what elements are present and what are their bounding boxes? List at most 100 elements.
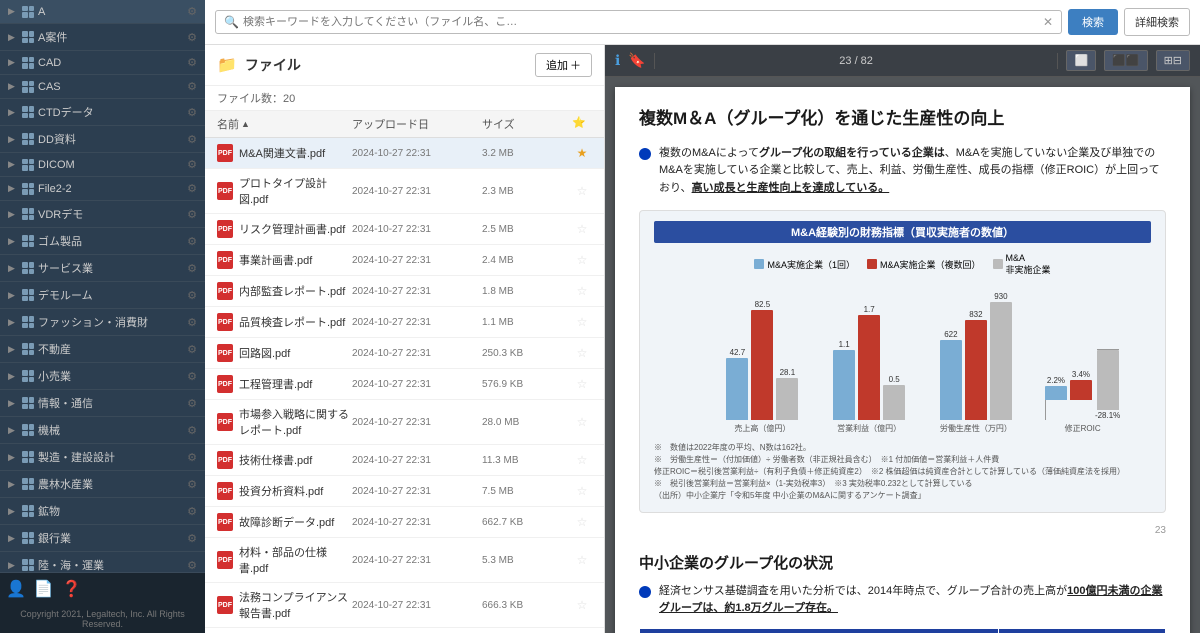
sidebar-item-3[interactable]: ▶ CAS ⚙ — [0, 75, 205, 99]
file-star-3[interactable]: ☆ — [572, 253, 592, 267]
legend-dot-3 — [993, 259, 1003, 269]
sidebar-item-7[interactable]: ▶ File2-2 ⚙ — [0, 177, 205, 201]
file-star-2[interactable]: ☆ — [572, 222, 592, 236]
file-size-7: 576.9 KB — [482, 379, 572, 390]
table-row[interactable]: PDF 市場参入戦略に関するレポート.pdf 2024-10-27 22:31 … — [205, 400, 604, 445]
sidebar-item-11[interactable]: ▶ デモルーム ⚙ — [0, 282, 205, 309]
gear-icon-16[interactable]: ⚙ — [187, 424, 197, 437]
file-name-6: 回路図.pdf — [239, 345, 290, 361]
gear-icon-12[interactable]: ⚙ — [187, 316, 197, 329]
gear-icon-8[interactable]: ⚙ — [187, 208, 197, 221]
sidebar-item-0[interactable]: ▶ A ⚙ — [0, 0, 205, 24]
table-row[interactable]: PDF プロトタイプ設計図.pdf 2024-10-27 22:31 2.3 M… — [205, 169, 604, 214]
sidebar-item-20[interactable]: ▶ 銀行業 ⚙ — [0, 525, 205, 552]
file-star-10[interactable]: ☆ — [572, 484, 592, 498]
view-single-btn[interactable]: ⬜ — [1066, 50, 1096, 71]
table-row[interactable]: PDF M&A関連文書.pdf 2024-10-27 22:31 3.2 MB … — [205, 138, 604, 169]
table-row[interactable]: PDF 投資分析資料.pdf 2024-10-27 22:31 7.5 MB ☆ — [205, 476, 604, 507]
sidebar-item-12[interactable]: ▶ ファッション・消費財 ⚙ — [0, 309, 205, 336]
doc-page: 複数M＆A（グループ化）を通じた生産性の向上 複数のM&Aによってグループ化の取… — [615, 87, 1190, 633]
info-icon[interactable]: ℹ — [615, 52, 620, 69]
table-row[interactable]: PDF 材料・部品の仕様書.pdf 2024-10-27 22:31 5.3 M… — [205, 538, 604, 583]
gear-icon-18[interactable]: ⚙ — [187, 478, 197, 491]
gear-icon-7[interactable]: ⚙ — [187, 182, 197, 195]
sidebar-item-14[interactable]: ▶ 小売業 ⚙ — [0, 363, 205, 390]
sidebar-item-18[interactable]: ▶ 農林水産業 ⚙ — [0, 471, 205, 498]
sidebar-item-4[interactable]: ▶ CTDデータ ⚙ — [0, 99, 205, 126]
search-input[interactable] — [243, 16, 1043, 28]
file-star-11[interactable]: ☆ — [572, 515, 592, 529]
gear-icon-5[interactable]: ⚙ — [187, 133, 197, 146]
question-icon[interactable]: ❓ — [62, 579, 82, 599]
sidebar-item-5[interactable]: ▶ DD資料 ⚙ — [0, 126, 205, 153]
sidebar-label-11: デモルーム — [38, 287, 183, 303]
gear-icon-9[interactable]: ⚙ — [187, 235, 197, 248]
file-star-7[interactable]: ☆ — [572, 377, 592, 391]
table-row[interactable]: PDF 工程管理書.pdf 2024-10-27 22:31 576.9 KB … — [205, 369, 604, 400]
bookmark-icon[interactable]: 🔖 — [628, 52, 645, 69]
gear-icon-11[interactable]: ⚙ — [187, 289, 197, 302]
table-row[interactable]: PDF 回路図.pdf 2024-10-27 22:31 250.3 KB ☆ — [205, 338, 604, 369]
add-button[interactable]: 追加 ＋ — [535, 53, 592, 77]
gear-icon-14[interactable]: ⚙ — [187, 370, 197, 383]
search-clear-icon[interactable]: ✕ — [1043, 15, 1053, 29]
sidebar-item-2[interactable]: ▶ CAD ⚙ — [0, 51, 205, 75]
doc-content[interactable]: 複数M＆A（グループ化）を通じた生産性の向上 複数のM&Aによってグループ化の取… — [605, 77, 1200, 633]
sidebar-item-16[interactable]: ▶ 機械 ⚙ — [0, 417, 205, 444]
chart-label-rodo: 労働生産性（万円） — [940, 423, 1012, 434]
bar-rodo-1: 622 — [940, 330, 962, 420]
gear-icon-17[interactable]: ⚙ — [187, 451, 197, 464]
table-row[interactable]: PDF 事業計画書.pdf 2024-10-27 22:31 2.4 MB ☆ — [205, 245, 604, 276]
table-row[interactable]: PDF 内部監査レポート.pdf 2024-10-27 22:31 1.8 MB… — [205, 276, 604, 307]
document-icon[interactable]: 📄 — [34, 579, 54, 599]
file-star-0[interactable]: ★ — [572, 146, 592, 160]
gear-icon-15[interactable]: ⚙ — [187, 397, 197, 410]
table-row[interactable]: PDF リスク管理計画書.pdf 2024-10-27 22:31 2.5 MB… — [205, 214, 604, 245]
gear-icon-2[interactable]: ⚙ — [187, 56, 197, 69]
gear-icon-19[interactable]: ⚙ — [187, 505, 197, 518]
file-star-5[interactable]: ☆ — [572, 315, 592, 329]
view-double-btn[interactable]: ⬛⬛ — [1104, 50, 1147, 71]
section2-title: 中小企業のグループ化の状況 — [639, 552, 1166, 573]
gear-icon-4[interactable]: ⚙ — [187, 106, 197, 119]
file-star-1[interactable]: ☆ — [572, 184, 592, 198]
search-button[interactable]: 検索 — [1068, 9, 1118, 35]
sidebar-item-9[interactable]: ▶ ゴム製品 ⚙ — [0, 228, 205, 255]
sidebar-item-15[interactable]: ▶ 情報・通信 ⚙ — [0, 390, 205, 417]
gear-icon-6[interactable]: ⚙ — [187, 158, 197, 171]
table-row[interactable]: PDF 品質検査レポート.pdf 2024-10-27 22:31 1.1 MB… — [205, 307, 604, 338]
table-row[interactable]: PDF 法務コンプライアンス報告書.pdf 2024-10-27 22:31 6… — [205, 583, 604, 628]
sidebar-item-19[interactable]: ▶ 鉱物 ⚙ — [0, 498, 205, 525]
file-star-4[interactable]: ☆ — [572, 284, 592, 298]
grid-icon-6 — [22, 159, 34, 171]
sidebar-item-17[interactable]: ▶ 製造・建設設計 ⚙ — [0, 444, 205, 471]
file-name-cell-2: PDF リスク管理計画書.pdf — [217, 220, 352, 238]
table-row[interactable]: PDF 技術仕様書.pdf 2024-10-27 22:31 11.3 MB ☆ — [205, 445, 604, 476]
sidebar-item-8[interactable]: ▶ VDRデモ ⚙ — [0, 201, 205, 228]
gear-icon-1[interactable]: ⚙ — [187, 31, 197, 44]
sidebar-item-13[interactable]: ▶ 不動産 ⚙ — [0, 336, 205, 363]
sidebar-label-1: A案件 — [38, 29, 183, 45]
file-star-6[interactable]: ☆ — [572, 346, 592, 360]
file-star-8[interactable]: ☆ — [572, 415, 592, 429]
bar-roic-3: -28.1% — [1095, 329, 1120, 420]
user-icon[interactable]: 👤 — [6, 579, 26, 599]
gear-icon-10[interactable]: ⚙ — [187, 262, 197, 275]
file-star-9[interactable]: ☆ — [572, 453, 592, 467]
table-row[interactable]: PDF 故障診断データ.pdf 2024-10-27 22:31 662.7 K… — [205, 507, 604, 538]
gear-icon-20[interactable]: ⚙ — [187, 532, 197, 545]
sidebar-item-1[interactable]: ▶ A案件 ⚙ — [0, 24, 205, 51]
file-star-13[interactable]: ☆ — [572, 598, 592, 612]
sidebar-item-21[interactable]: ▶ 陸・海・運業 ⚙ — [0, 552, 205, 572]
detail-search-button[interactable]: 詳細検索 — [1124, 8, 1190, 36]
bar-rect-3 — [776, 378, 798, 420]
view-grid-btn[interactable]: ⊞⊟ — [1156, 50, 1190, 71]
gear-icon-0[interactable]: ⚙ — [187, 5, 197, 18]
sidebar-item-6[interactable]: ▶ DICOM ⚙ — [0, 153, 205, 177]
file-star-12[interactable]: ☆ — [572, 553, 592, 567]
gear-icon-3[interactable]: ⚙ — [187, 80, 197, 93]
gear-icon-21[interactable]: ⚙ — [187, 559, 197, 572]
gear-icon-13[interactable]: ⚙ — [187, 343, 197, 356]
sidebar-item-10[interactable]: ▶ サービス業 ⚙ — [0, 255, 205, 282]
file-name-cell-11: PDF 故障診断データ.pdf — [217, 513, 352, 531]
